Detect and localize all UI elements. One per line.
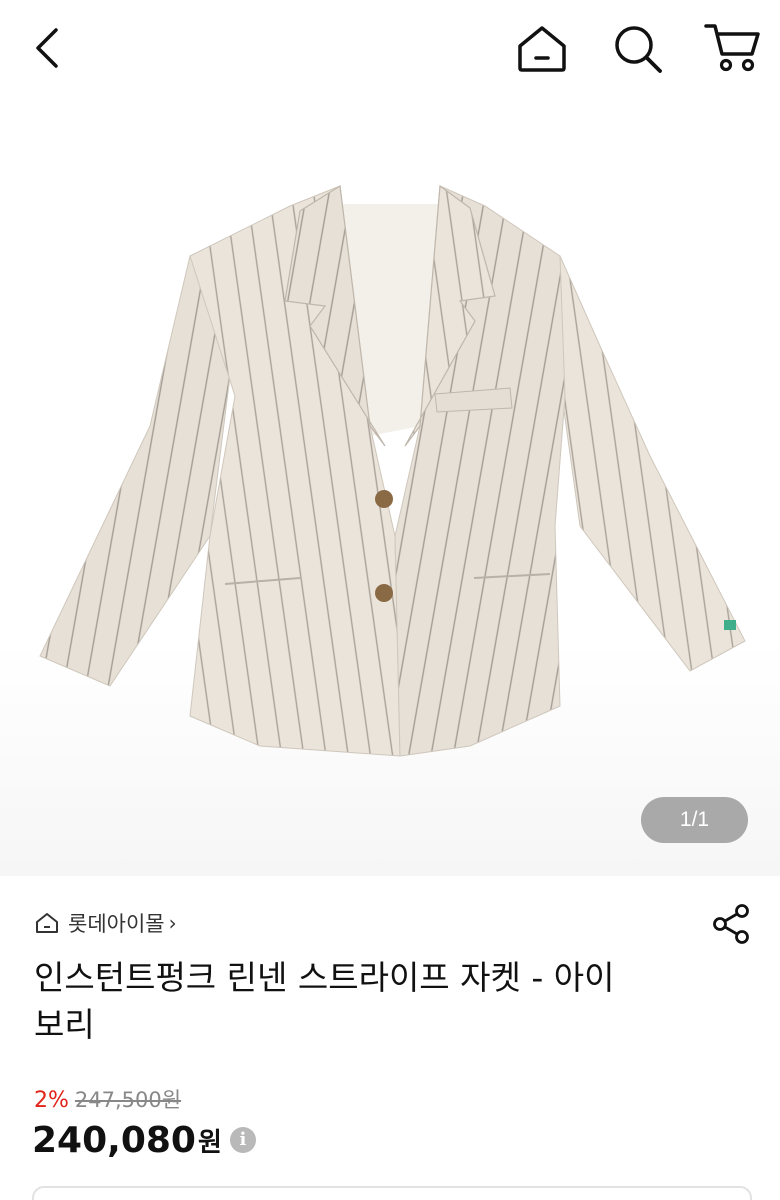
search-icon[interactable] [610, 20, 666, 76]
product-title-line2: 보리 [34, 1005, 95, 1044]
next-section-card[interactable] [32, 1186, 752, 1200]
discount-row: 2% 247,500원 [34, 1084, 181, 1114]
store-link[interactable]: 롯데아이몰 › [34, 906, 177, 940]
chevron-right-icon: › [168, 911, 177, 935]
product-page: 1/1 롯데아이몰 › 인스턴트펑크 린넨 스트라이프 자켓 - 아이 보리 2… [0, 0, 780, 1200]
original-price: 247,500원 [74, 1088, 182, 1112]
product-image-gallery[interactable]: 1/1 [0, 96, 780, 876]
store-name: 롯데아이몰 [68, 912, 165, 936]
image-page-indicator: 1/1 [641, 797, 748, 843]
product-title: 인스턴트펑크 린넨 스트라이프 자켓 - 아이 보리 [34, 954, 714, 1048]
jacket-product-image [39, 184, 746, 757]
price-unit: 원 [197, 1127, 222, 1158]
home-outline-icon [36, 913, 58, 933]
product-title-line1: 인스턴트펑크 린넨 스트라이프 자켓 - 아이 [34, 958, 615, 997]
sale-price: 240,080 [32, 1119, 196, 1161]
home-icon[interactable] [514, 20, 570, 76]
price-row: 240,080 원 i [32, 1118, 256, 1162]
discount-rate: 2% [34, 1088, 69, 1113]
info-icon[interactable]: i [229, 1127, 256, 1153]
cart-icon[interactable] [702, 18, 762, 76]
chevron-left-icon[interactable] [28, 24, 68, 72]
share-icon[interactable] [710, 902, 754, 946]
top-navigation-bar [0, 0, 780, 96]
